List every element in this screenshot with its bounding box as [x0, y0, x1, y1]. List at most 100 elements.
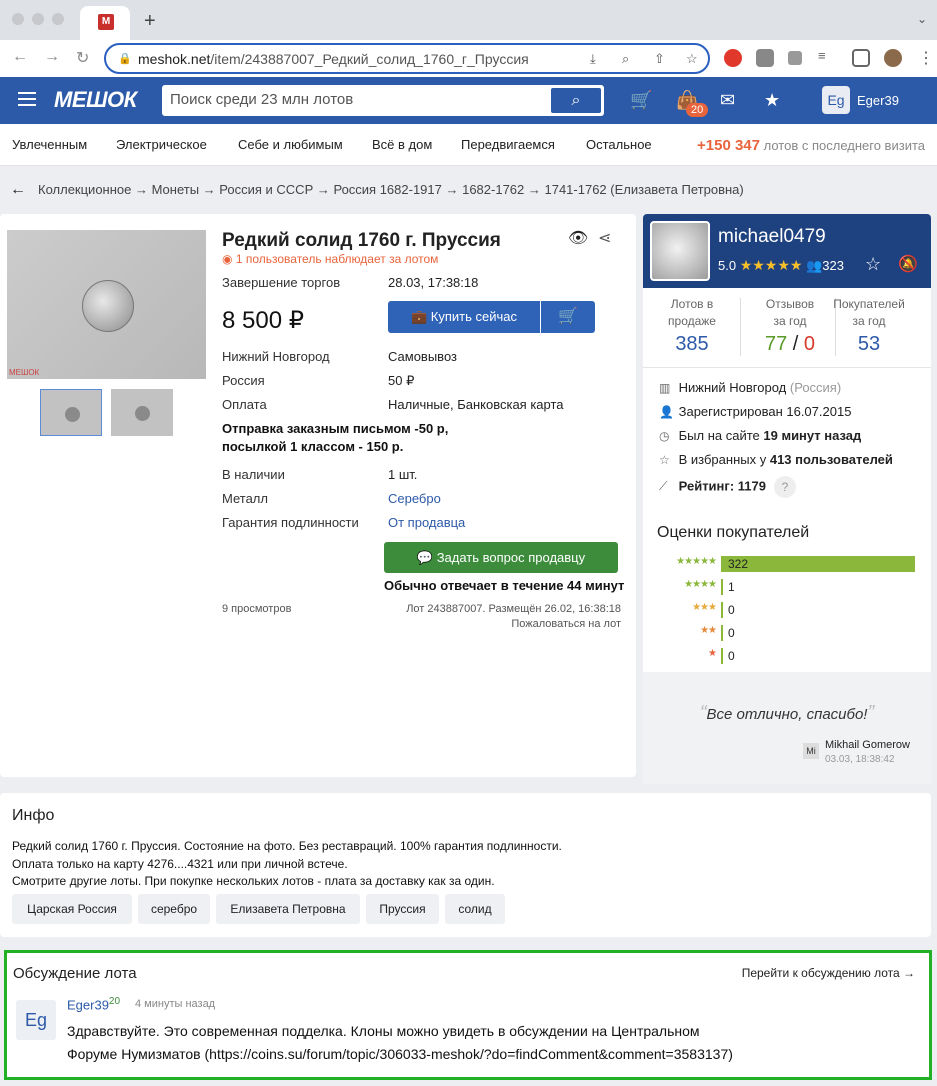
review-row[interactable]: ★★★ 0 — [643, 602, 931, 619]
lot-price: 8 500 ₽ — [222, 307, 304, 334]
category-link[interactable]: Увлеченным — [12, 137, 87, 152]
guarantee-link[interactable]: От продавца — [388, 515, 465, 530]
metal-label: Металл — [222, 491, 268, 506]
review-row[interactable]: ★★ 0 — [643, 625, 931, 642]
install-icon[interactable]: ⤓ — [590, 51, 596, 67]
adblock-extension-icon[interactable] — [724, 49, 742, 67]
category-link[interactable]: Передвигаемся — [461, 137, 555, 152]
share-icon[interactable]: ⇧ — [654, 51, 665, 67]
review-stars-icon: ★★★ — [692, 602, 717, 613]
tab-menu-chevron-icon[interactable]: ⌄ — [917, 12, 927, 26]
new-lots-link[interactable]: +150 347 лотов с последнего визита — [697, 137, 925, 154]
ask-seller-button[interactable]: 💬 Задать вопрос продавцу — [384, 542, 618, 573]
notifications-off-bell-icon[interactable]: 🔕 — [898, 254, 918, 274]
review-row[interactable]: ★★★★ 1 — [643, 579, 931, 596]
lot-main-photo[interactable]: МЕШОК — [7, 230, 206, 379]
new-tab-button[interactable]: + — [144, 10, 156, 33]
zoom-icon[interactable]: ⌕ — [622, 51, 629, 67]
back-arrow-icon[interactable]: ← — [12, 48, 28, 66]
info-description: Редкий солид 1760 г. Пруссия. Состояние … — [12, 839, 562, 888]
tag-chip[interactable]: Елизавета Петровна — [216, 894, 360, 924]
review-row[interactable]: ★★★★★ 322 — [643, 556, 931, 573]
category-link[interactable]: Себе и любимым — [238, 137, 343, 152]
watch-eye-icon[interactable]: 👁 — [568, 228, 588, 248]
maximize-window-button[interactable] — [52, 13, 64, 25]
seller-panel: michael0479 5.0 ★★★★★ 👥323 ☆ 🔕 Лотов в п… — [643, 214, 931, 784]
review-count: 0 — [728, 603, 735, 617]
user-name[interactable]: Eger39 — [857, 93, 899, 108]
stat-buyers-year[interactable]: Покупателей за год 53 — [825, 296, 913, 356]
review-row[interactable]: ★ 0 — [643, 648, 931, 665]
lot-thumbnail[interactable] — [40, 389, 102, 436]
stat-reviews-year[interactable]: Отзывов за год 77 / 0 — [746, 296, 834, 356]
sidebar-icon[interactable] — [852, 49, 870, 67]
seller-last-seen: ◷ Был на сайте 19 минут назад — [659, 428, 862, 443]
tag-chip[interactable]: солид — [445, 894, 505, 924]
payment-value: Наличные, Банковская карта — [388, 397, 564, 412]
browser-menu-icon[interactable]: ⋮ — [918, 48, 934, 68]
share-icon[interactable]: ⋖ — [598, 228, 611, 248]
forward-arrow-icon[interactable]: → — [44, 48, 60, 66]
tag-chip[interactable]: Царская Россия — [12, 894, 132, 924]
site-logo[interactable]: МЕШОК — [54, 87, 137, 113]
seller-registered: 👤 Зарегистрирован 16.07.2015 — [659, 404, 852, 419]
rating-help-icon[interactable]: ? — [773, 476, 796, 498]
stat-lots-on-sale[interactable]: Лотов в продаже 385 — [648, 296, 736, 356]
profile-avatar[interactable] — [884, 49, 902, 67]
back-arrow-icon[interactable]: ← — [10, 181, 26, 198]
review-stars-icon: ★★★★★ — [676, 556, 717, 567]
favorite-seller-star-icon[interactable]: ☆ — [865, 254, 881, 275]
category-link[interactable]: Всё в дом — [372, 137, 432, 152]
seller-avatar[interactable] — [650, 221, 710, 281]
puzzle-extension-icon[interactable] — [788, 51, 802, 65]
browser-tab[interactable]: М — [80, 6, 130, 40]
seller-rating: 5.0 ★★★★★ 👥323 — [718, 257, 844, 273]
search-input[interactable] — [170, 91, 540, 108]
payment-label: Оплата — [222, 397, 267, 412]
site-favicon-icon: М — [98, 14, 114, 30]
review-author[interactable]: Mikhail Gomerow — [825, 739, 910, 751]
add-to-cart-button[interactable]: 🛒 — [541, 301, 595, 333]
metal-link[interactable]: Серебро — [388, 491, 441, 506]
buy-now-button[interactable]: 💼 Купить сейчас — [388, 301, 540, 333]
close-window-button[interactable] — [12, 13, 24, 25]
eye-icon: ◉ — [222, 252, 233, 266]
seller-name[interactable]: michael0479 — [718, 226, 826, 248]
url-text: meshok.net/item/243887007_Редкий_солид_1… — [138, 51, 529, 67]
seller-cabinet-icon[interactable]: 🛒 — [630, 90, 652, 111]
review-count: 1 — [728, 580, 735, 594]
reading-list-icon[interactable]: ≡ — [818, 48, 826, 63]
category-link[interactable]: Остальное — [586, 137, 652, 152]
complain-link[interactable]: Пожаловаться на лот — [511, 618, 621, 630]
shield-extension-icon[interactable] — [756, 49, 774, 67]
user-avatar[interactable]: Eg — [822, 86, 850, 114]
search-button[interactable]: ⌕ — [550, 87, 602, 114]
reply-time-note: Обычно отвечает в течение 44 минут — [384, 578, 625, 593]
review-count: 322 — [728, 557, 749, 571]
hamburger-menu-icon[interactable] — [18, 92, 36, 110]
breadcrumb-path[interactable]: Коллекционное → Монеты → Россия и СССР →… — [38, 182, 744, 197]
photo-watermark: МЕШОК — [9, 368, 40, 377]
category-link[interactable]: Электрическое — [116, 137, 207, 152]
cart-plus-icon: 🛒 — [558, 308, 578, 325]
minimize-window-button[interactable] — [32, 13, 44, 25]
browser-tabbar: М + ⌄ — [0, 0, 937, 40]
review-bar-axis — [721, 579, 723, 595]
browser-toolbar: ← → ↻ 🔒 meshok.net/item/243887007_Редкий… — [0, 40, 937, 77]
end-value: 28.03, 17:38:18 — [388, 275, 479, 290]
go-to-discussion-link[interactable]: Перейти к обсуждению лота → — [742, 966, 915, 980]
favorites-star-icon[interactable]: ★ — [764, 90, 780, 111]
mail-icon[interactable]: ✉ — [720, 90, 735, 111]
address-bar[interactable]: 🔒 meshok.net/item/243887007_Редкий_солид… — [104, 43, 710, 74]
guarantee-label: Гарантия подлинности — [222, 515, 359, 530]
seller-header: michael0479 5.0 ★★★★★ 👥323 ☆ 🔕 — [643, 214, 931, 288]
bookmark-star-icon[interactable]: ☆ — [686, 51, 698, 67]
tag-chip[interactable]: серебро — [138, 894, 210, 924]
star-outline-icon: ☆ — [659, 453, 670, 467]
comment-author-avatar[interactable]: Eg — [16, 1000, 56, 1040]
lot-thumbnail[interactable] — [111, 389, 173, 436]
reload-icon[interactable]: ↻ — [76, 48, 89, 68]
tag-chip[interactable]: Пруссия — [366, 894, 439, 924]
rating-stars-icon: ★★★★★ — [739, 257, 803, 273]
comment-author[interactable]: Eger3920 — [67, 996, 120, 1012]
